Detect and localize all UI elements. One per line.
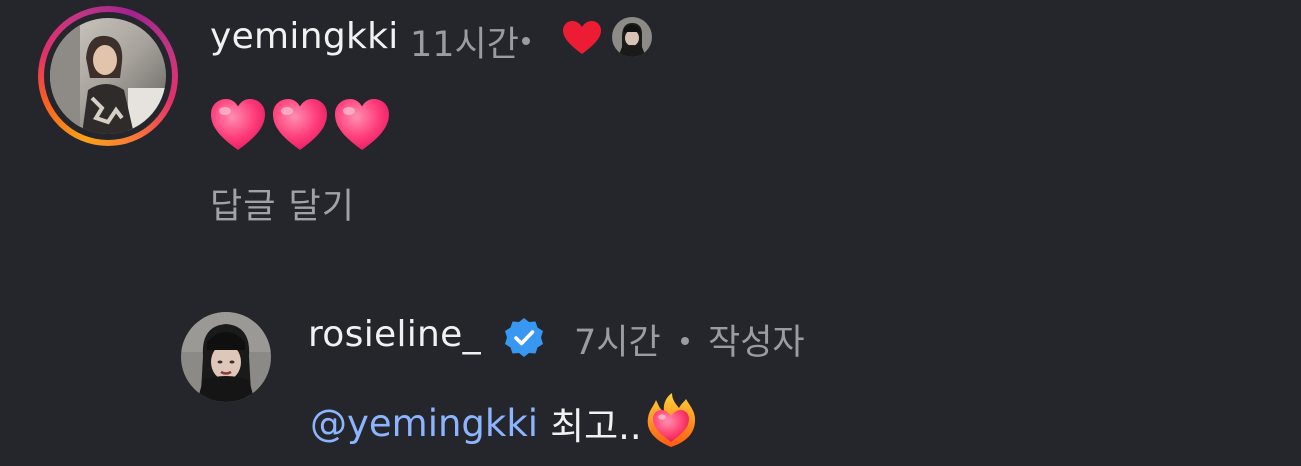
avatar-photo — [181, 312, 271, 402]
pink-heart-icon — [335, 99, 389, 150]
avatar-photo — [50, 18, 166, 134]
reply-username[interactable]: rosieline_ — [308, 314, 481, 355]
reply-body-text: 최고.. — [550, 405, 642, 448]
heart-on-fire-icon — [647, 393, 695, 447]
comment-body — [208, 96, 392, 154]
author-liker-avatar[interactable] — [612, 17, 652, 57]
comment-username[interactable]: yemingkki — [210, 16, 399, 57]
avatar[interactable] — [181, 312, 271, 402]
separator-dot — [522, 37, 530, 45]
mention-link[interactable]: @yemingkki — [310, 402, 538, 445]
story-ring-avatar[interactable] — [38, 6, 178, 146]
avatar[interactable] — [50, 18, 166, 134]
pink-heart-icon — [211, 99, 265, 150]
author-label: 작성자 — [708, 323, 805, 363]
comment-time: 11시간 — [410, 25, 519, 65]
verified-badge-icon — [505, 318, 543, 357]
liked-by-author-heart-icon — [563, 21, 601, 54]
pink-heart-icon — [273, 99, 327, 150]
reply-time: 7시간 — [574, 323, 661, 363]
reply-button[interactable]: 답글 달기 — [210, 178, 355, 229]
comments-thread: yemingkki 11시간 답글 달기 rosieline_ 7시간 작성자 … — [0, 0, 1301, 466]
separator-dot — [681, 337, 689, 345]
reply-body: @yemingkki 최고.. — [310, 393, 698, 450]
